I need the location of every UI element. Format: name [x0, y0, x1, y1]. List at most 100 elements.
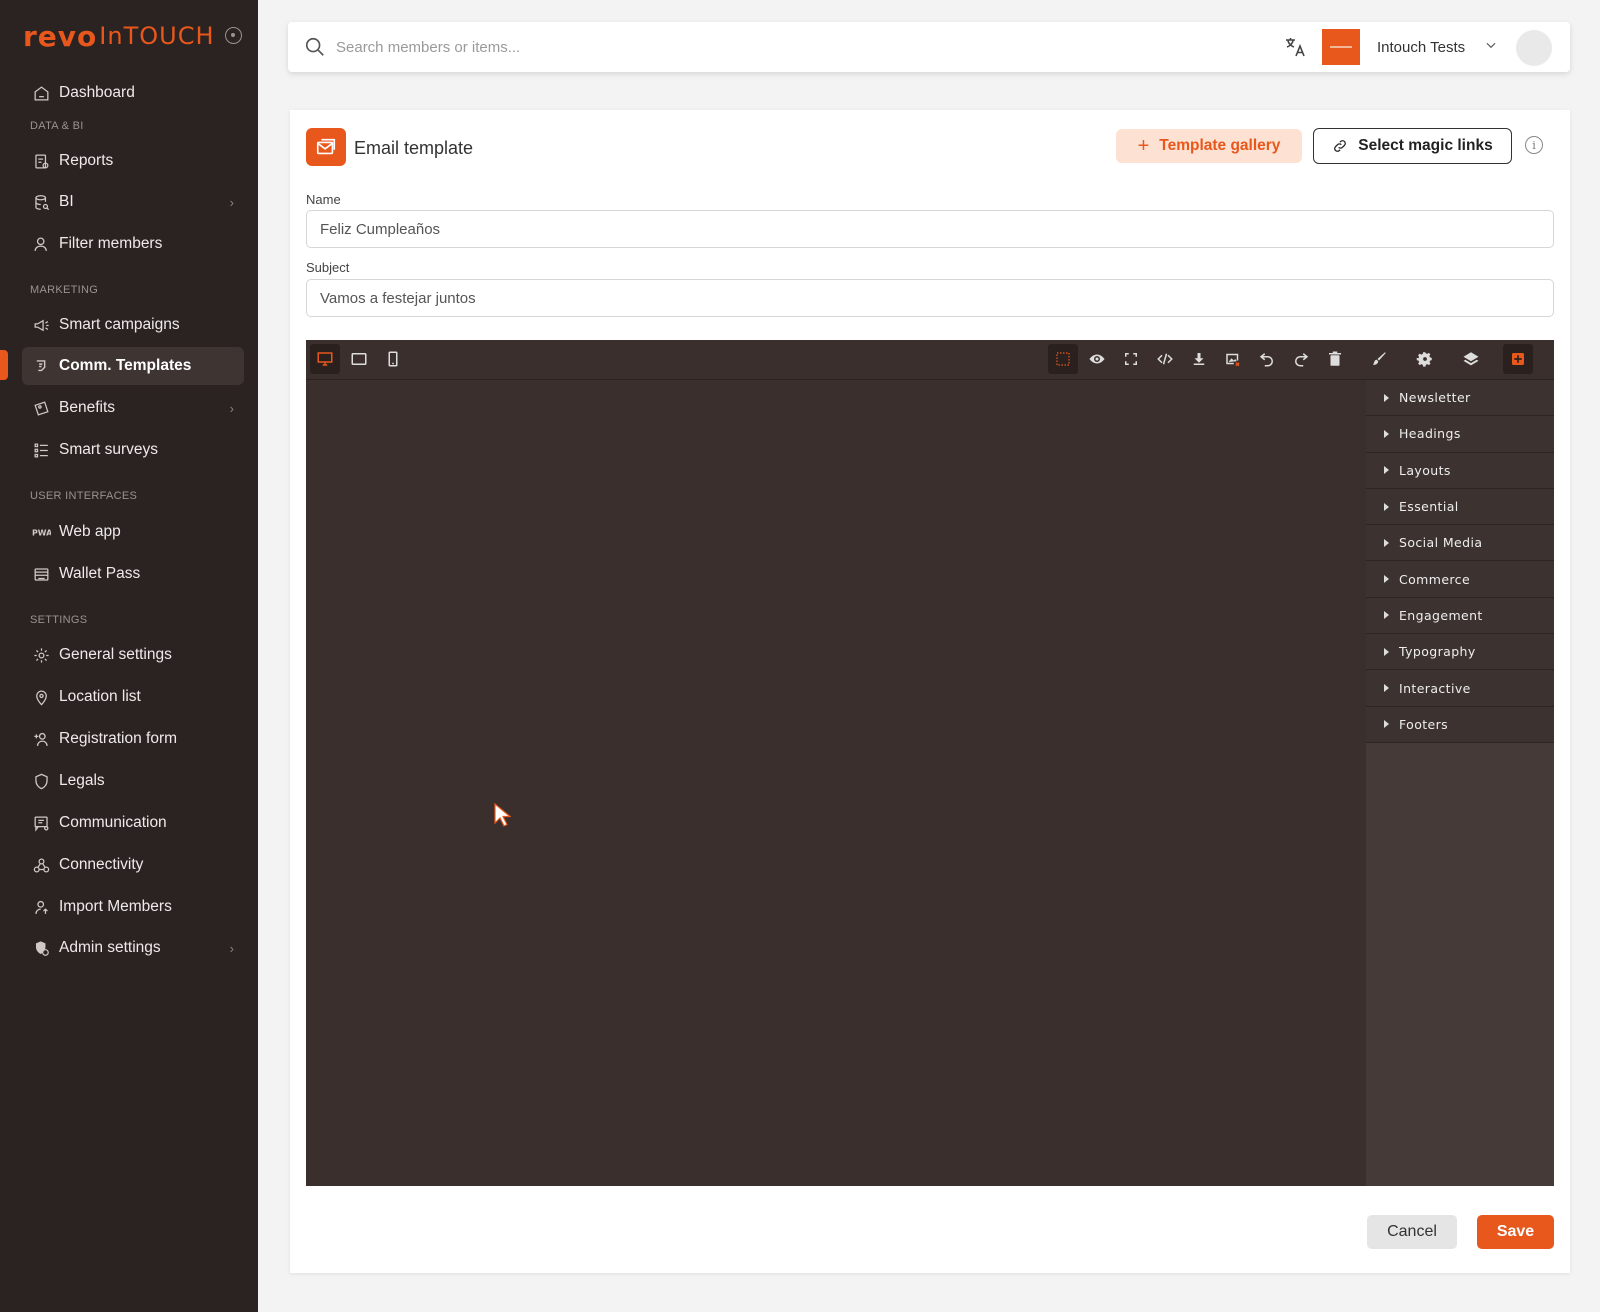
- cancel-button[interactable]: Cancel: [1367, 1215, 1457, 1249]
- info-icon[interactable]: i: [1525, 136, 1543, 154]
- block-category-label: Headings: [1399, 426, 1461, 442]
- sidebar-item-legals[interactable]: Legals: [22, 762, 244, 800]
- sidebar-item-registration-form[interactable]: Registration form: [22, 720, 244, 758]
- sidebar-item-label: BI: [59, 193, 74, 210]
- subject-input[interactable]: [306, 279, 1554, 317]
- redo-icon[interactable]: [1286, 344, 1316, 374]
- email-template-card: Email template + Template gallery Select …: [290, 110, 1570, 1273]
- outline-icon[interactable]: [1048, 344, 1078, 374]
- name-input[interactable]: [306, 210, 1554, 248]
- sidebar-item-label: Registration form: [59, 730, 178, 747]
- sidebar-item-benefits[interactable]: Benefits ›: [22, 389, 244, 427]
- chevron-down-icon[interactable]: [1484, 38, 1498, 52]
- sidebar-item-label: Admin settings: [59, 939, 161, 956]
- logo-primary: revo: [23, 19, 98, 53]
- caret-right-icon: [1384, 466, 1389, 475]
- plus-icon: +: [1137, 134, 1150, 157]
- caret-right-icon: [1384, 429, 1389, 438]
- search-input[interactable]: [336, 34, 1236, 60]
- block-category-list: Newsletter Headings Layouts Essential Social…: [1366, 380, 1554, 743]
- settings-gear-icon[interactable]: [1410, 344, 1440, 374]
- preview-icon[interactable]: [1082, 344, 1112, 374]
- section-label-marketing: MARKETING: [30, 284, 99, 296]
- template-gallery-button[interactable]: + Template gallery: [1116, 129, 1302, 163]
- blocks-panel: Newsletter Headings Layouts Essential Social…: [1366, 380, 1554, 1186]
- download-icon[interactable]: [1184, 344, 1214, 374]
- clear-images-icon[interactable]: [1218, 344, 1248, 374]
- sidebar-item-dashboard[interactable]: Dashboard: [22, 74, 244, 112]
- logo-secondary: InTOUCH: [99, 22, 215, 50]
- sidebar-item-filter-members[interactable]: Filter members: [22, 225, 244, 263]
- trash-icon[interactable]: [1320, 344, 1350, 374]
- code-icon[interactable]: [1150, 344, 1180, 374]
- block-category-label: Essential: [1399, 499, 1459, 515]
- sidebar-item-admin-settings[interactable]: Admin settings ›: [22, 929, 244, 967]
- block-category-item[interactable]: Headings: [1366, 416, 1554, 453]
- block-category-item[interactable]: Essential: [1366, 489, 1554, 526]
- block-category-item[interactable]: Footers: [1366, 707, 1554, 743]
- revo-intouch-logo[interactable]: revo InTOUCH: [23, 19, 215, 53]
- active-nav-marker: [0, 350, 8, 380]
- sidebar-item-label: Dashboard: [59, 84, 135, 101]
- user-add-icon: [31, 729, 51, 749]
- block-category-item[interactable]: Layouts: [1366, 453, 1554, 489]
- sidebar-item-wallet-pass[interactable]: Wallet Pass: [22, 555, 244, 593]
- block-category-item[interactable]: Newsletter: [1366, 380, 1554, 417]
- add-block-icon[interactable]: [1503, 344, 1533, 374]
- top-bar: Intouch Tests: [288, 22, 1570, 72]
- mobile-icon[interactable]: [378, 344, 408, 374]
- sidebar-item-smart-campaigns[interactable]: Smart campaigns: [22, 306, 244, 344]
- account-brand-logo[interactable]: [1322, 29, 1360, 65]
- sidebar-item-reports[interactable]: Reports: [22, 142, 244, 180]
- user-avatar[interactable]: [1516, 30, 1552, 66]
- reports-icon: [31, 151, 51, 171]
- sidebar-item-label: Filter members: [59, 235, 163, 252]
- caret-right-icon: [1384, 393, 1389, 402]
- select-magic-links-button[interactable]: Select magic links: [1313, 128, 1512, 164]
- sidebar-item-general-settings[interactable]: General settings: [22, 636, 244, 674]
- sidebar-item-web-app[interactable]: PWA Web app: [22, 513, 244, 551]
- sidebar-item-label: Wallet Pass: [59, 565, 141, 582]
- sidebar-item-connectivity[interactable]: Connectivity: [22, 846, 244, 884]
- sidebar-item-smart-surveys[interactable]: Smart surveys: [22, 431, 244, 469]
- chevron-right-icon: ›: [229, 194, 234, 210]
- database-icon: [31, 192, 51, 212]
- editor-canvas[interactable]: [306, 380, 1366, 1186]
- desktop-icon[interactable]: [310, 344, 340, 374]
- caret-right-icon: [1384, 684, 1389, 693]
- sidebar-item-label: Benefits: [59, 399, 116, 416]
- sidebar-item-comm-templates[interactable]: Comm. Templates: [22, 347, 244, 385]
- megaphone-icon: [31, 315, 51, 335]
- location-pin-icon: [31, 687, 51, 707]
- layers-icon[interactable]: [1456, 344, 1486, 374]
- translate-icon[interactable]: [1283, 35, 1307, 59]
- sidebar-item-import-members[interactable]: Import Members: [22, 888, 244, 926]
- block-category-item[interactable]: Engagement: [1366, 598, 1554, 635]
- sidebar-item-label: Legals: [59, 772, 105, 789]
- tablet-icon[interactable]: [344, 344, 374, 374]
- chevron-right-icon: ›: [229, 940, 234, 956]
- template-icon: [31, 356, 51, 376]
- undo-icon[interactable]: [1252, 344, 1282, 374]
- sidebar-item-location-list[interactable]: Location list: [22, 678, 244, 716]
- block-category-item[interactable]: Typography: [1366, 634, 1554, 671]
- mouse-cursor-icon: [494, 802, 511, 827]
- pwa-icon: PWA: [31, 522, 51, 542]
- section-label-settings: SETTINGS: [30, 614, 88, 626]
- block-category-item[interactable]: Commerce: [1366, 561, 1554, 598]
- save-button[interactable]: Save: [1477, 1215, 1554, 1249]
- style-brush-icon[interactable]: [1364, 344, 1394, 374]
- fullscreen-icon[interactable]: [1116, 344, 1146, 374]
- sidebar-item-bi[interactable]: BI ›: [22, 183, 244, 221]
- block-category-item[interactable]: Interactive: [1366, 670, 1554, 707]
- user-filter-icon: [31, 234, 51, 254]
- block-category-item[interactable]: Social Media: [1366, 525, 1554, 562]
- collapse-sidebar-icon[interactable]: [225, 27, 242, 44]
- home-icon: [31, 83, 51, 103]
- email-editor: Newsletter Headings Layouts Essential Social…: [306, 340, 1554, 1186]
- sidebar-item-label: Smart campaigns: [59, 316, 180, 333]
- account-name[interactable]: Intouch Tests: [1377, 39, 1465, 56]
- caret-right-icon: [1384, 538, 1389, 547]
- section-label-data-bi: DATA & BI: [30, 120, 84, 132]
- sidebar-item-communication[interactable]: Communication: [22, 804, 244, 842]
